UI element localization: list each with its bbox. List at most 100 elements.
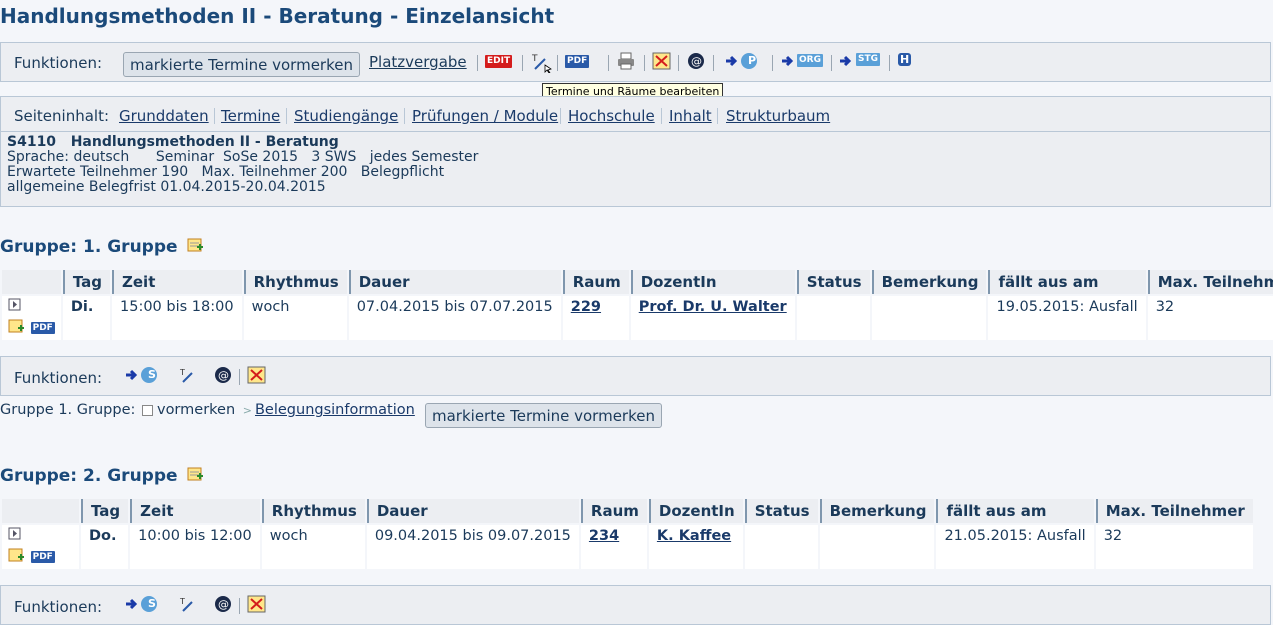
- group-functions-toolbar: Funktionen: S T @: [0, 585, 1271, 625]
- cell-raum: 229: [562, 296, 629, 340]
- p-badge: P: [748, 54, 757, 67]
- expand-icon[interactable]: [8, 298, 55, 316]
- export-icon[interactable]: [652, 52, 672, 74]
- separator: [557, 55, 558, 71]
- help-icon[interactable]: H: [898, 53, 912, 66]
- org-icon[interactable]: ORG: [797, 54, 823, 67]
- separator: [214, 108, 215, 124]
- nav-link-inhalt[interactable]: Inhalt: [669, 107, 712, 125]
- cell-status: [796, 296, 870, 340]
- nav-link-strukturbaum[interactable]: Strukturbaum: [726, 107, 830, 125]
- cell-faellt-aus: 19.05.2015: Ausfall: [988, 296, 1146, 340]
- cell-bemerkung: [871, 296, 987, 340]
- cell-status: [744, 525, 818, 569]
- cell-zeit: 15:00 bis 18:00: [112, 296, 242, 340]
- table-header: DozentIn: [630, 270, 795, 294]
- separator: [661, 108, 662, 124]
- print-icon[interactable]: [616, 52, 636, 74]
- functions-toolbar: Funktionen: markierte Termine vormerken …: [0, 42, 1271, 82]
- table-header: Rhythmus: [261, 499, 365, 523]
- cell-rhythmus: woch: [261, 525, 365, 569]
- schedule-table: Tag Zeit Rhythmus Dauer Raum DozentIn St…: [0, 497, 1255, 571]
- calendar-add-icon[interactable]: [187, 466, 205, 487]
- cell-tag: Do.: [81, 525, 129, 569]
- separator: [831, 55, 832, 71]
- separator: [772, 55, 773, 71]
- table-header: Tag: [81, 499, 129, 523]
- separator: [239, 369, 240, 385]
- stg-icon[interactable]: STG: [856, 53, 881, 66]
- platzvergabe-link[interactable]: Platzvergabe: [369, 53, 467, 71]
- table-header: Max. Teilnehmer: [1095, 499, 1253, 523]
- course-deadline: allgemeine Belegfrist 01.04.2015-20.04.2…: [7, 179, 326, 195]
- table-header: Status: [796, 270, 870, 294]
- functions-label: Funktionen:: [14, 369, 103, 387]
- course-info: S4110 Handlungsmethoden II - Beratung Sp…: [0, 132, 1271, 207]
- table-header: Bemerkung: [871, 270, 987, 294]
- email-icon[interactable]: @: [686, 52, 706, 74]
- nav-link-studiengaenge[interactable]: Studiengänge: [294, 107, 398, 125]
- cell-rhythmus: woch: [243, 296, 347, 340]
- course-name: Handlungsmethoden II - Beratung: [70, 134, 339, 150]
- separator: [889, 55, 890, 71]
- edit-dates-icon[interactable]: T: [179, 595, 197, 617]
- calendar-add-icon[interactable]: [8, 547, 26, 567]
- table-header: Zeit: [112, 270, 242, 294]
- table-header: Dauer: [366, 499, 579, 523]
- vormerken-label: vormerken: [156, 402, 236, 418]
- svg-text:T: T: [179, 368, 185, 377]
- lecturer-link[interactable]: Prof. Dr. U. Walter: [639, 299, 787, 315]
- vormerken-button[interactable]: markierte Termine vormerken: [425, 403, 662, 428]
- edit-icon[interactable]: EDIT: [485, 55, 513, 68]
- separator: [678, 55, 679, 71]
- svg-text:T: T: [179, 597, 185, 606]
- group-title: Gruppe: 1. Gruppe: [0, 236, 204, 257]
- table-header: Rhythmus: [243, 270, 347, 294]
- vormerken-button[interactable]: markierte Termine vormerken: [123, 52, 360, 77]
- cell-zeit: 10:00 bis 12:00: [130, 525, 260, 569]
- course-details: Sprache: deutsch Seminar SoSe 2015 3 SWS…: [7, 149, 479, 165]
- table-row: PDF Di. 15:00 bis 18:00 woch 07.04.2015 …: [2, 296, 1273, 340]
- course-code: S4110: [7, 134, 57, 150]
- arrow-icon[interactable]: [839, 52, 853, 74]
- belegung-link[interactable]: Belegungsinformation: [255, 402, 415, 418]
- table-header: Zeit: [130, 499, 260, 523]
- email-icon[interactable]: @: [213, 595, 233, 617]
- table-header: fällt aus am: [988, 270, 1146, 294]
- course-heading: S4110 Handlungsmethoden II - Beratung: [7, 135, 1264, 150]
- email-icon[interactable]: @: [213, 366, 233, 388]
- separator: [713, 55, 714, 71]
- room-link[interactable]: 234: [589, 528, 619, 544]
- table-header: Status: [744, 499, 818, 523]
- nav-link-hochschule[interactable]: Hochschule: [568, 107, 655, 125]
- calendar-add-icon[interactable]: [8, 318, 26, 338]
- cell-bemerkung: [819, 525, 935, 569]
- table-header: Raum: [580, 499, 647, 523]
- table-header-actions: [2, 499, 79, 523]
- table-header: Raum: [562, 270, 629, 294]
- lecturer-link[interactable]: K. Kaffee: [657, 528, 731, 544]
- nav-link-termine[interactable]: Termine: [221, 107, 280, 125]
- pdf-icon[interactable]: PDF: [30, 322, 55, 334]
- pdf-icon[interactable]: PDF: [565, 55, 590, 68]
- table-header-actions: [2, 270, 61, 294]
- calendar-add-icon[interactable]: [187, 237, 205, 258]
- vormerken-checkbox[interactable]: [141, 404, 153, 416]
- table-header-row: Tag Zeit Rhythmus Dauer Raum DozentIn St…: [2, 499, 1253, 523]
- pdf-icon[interactable]: PDF: [30, 551, 55, 563]
- room-link[interactable]: 229: [571, 299, 601, 315]
- separator: [404, 108, 405, 124]
- separator: [522, 55, 523, 71]
- separator: [717, 108, 718, 124]
- expand-icon[interactable]: [8, 527, 73, 545]
- nav-link-grunddaten[interactable]: Grunddaten: [119, 107, 209, 125]
- edit-dates-icon[interactable]: T: [179, 366, 197, 388]
- arrow-icon[interactable]: [781, 52, 795, 74]
- nav-link-pruefungen[interactable]: Prüfungen / Module: [412, 107, 558, 125]
- export-icon[interactable]: [247, 366, 267, 388]
- svg-text:@: @: [218, 598, 229, 611]
- edit-dates-rooms-icon[interactable]: T: [531, 51, 555, 77]
- row-actions: PDF: [2, 525, 79, 569]
- export-icon[interactable]: [247, 595, 267, 617]
- cell-raum: 234: [580, 525, 647, 569]
